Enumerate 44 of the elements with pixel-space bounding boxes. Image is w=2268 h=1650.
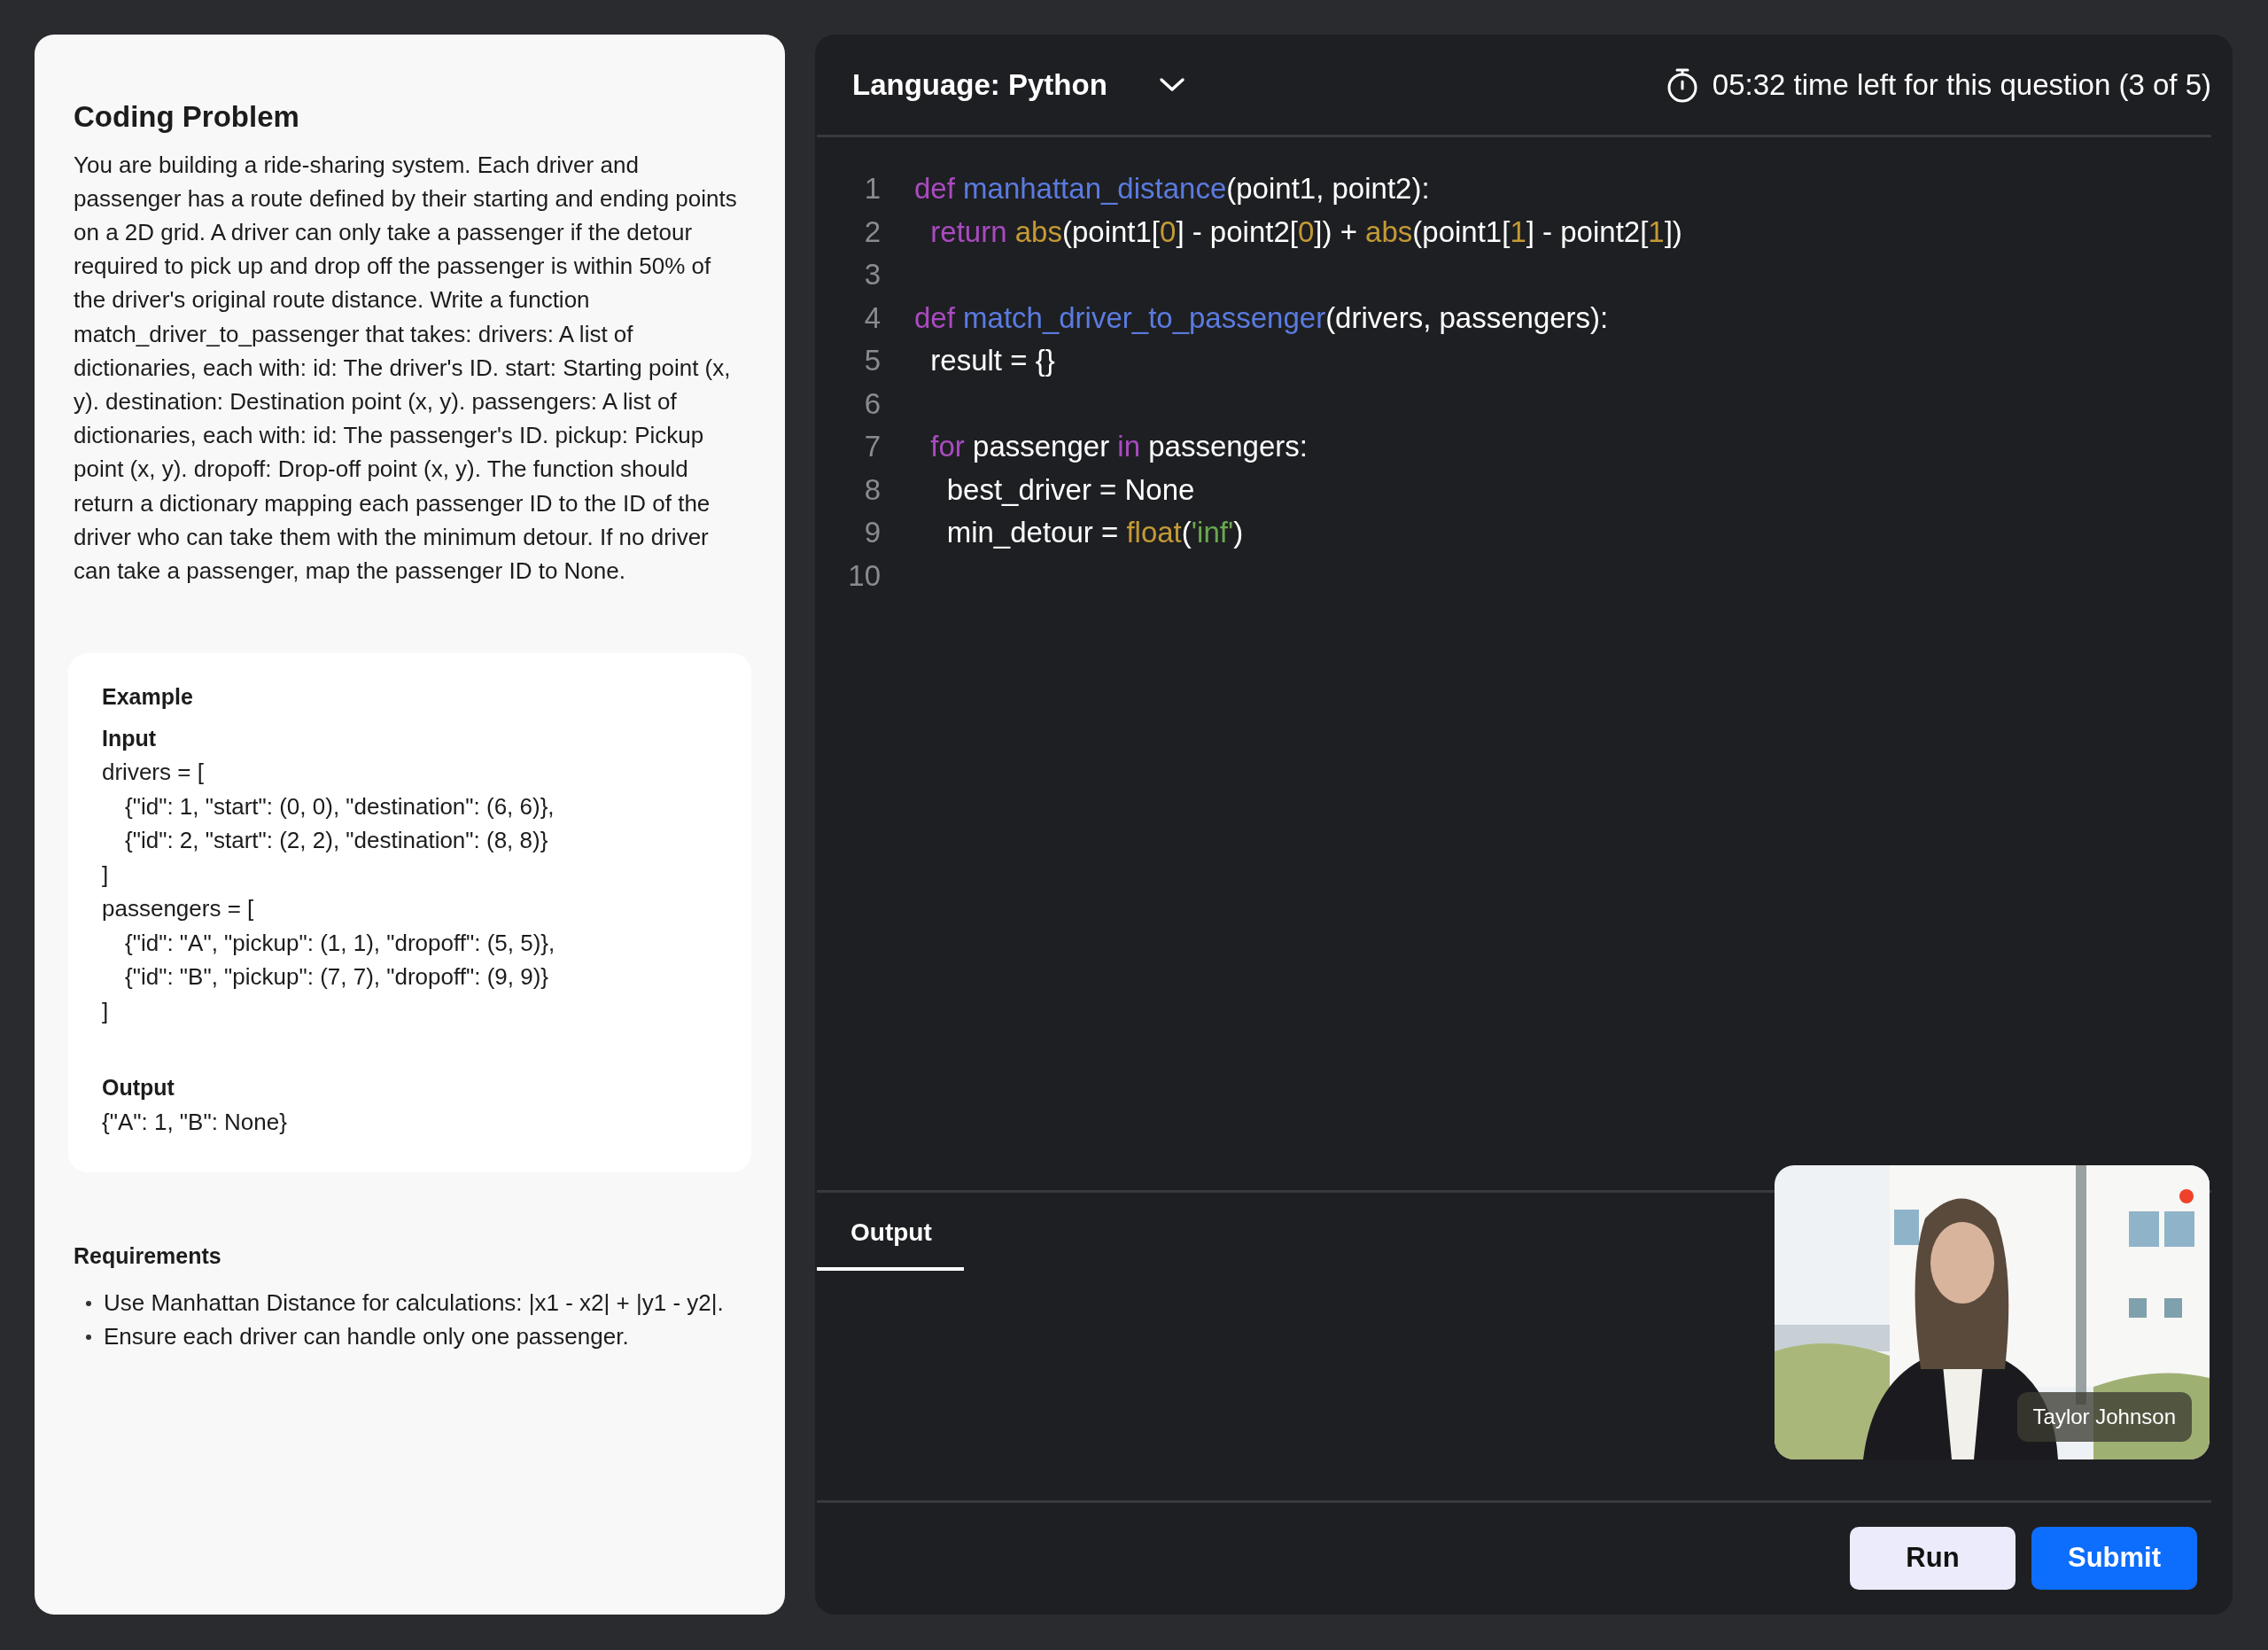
input-label: Input xyxy=(102,724,158,752)
requirements-heading: Requirements xyxy=(74,1242,222,1271)
code-line: drivers = [ xyxy=(102,758,205,788)
code-line: {"id": "A", "pickup": (1, 1), "dropoff": (5, 5)}, xyxy=(124,928,556,958)
line-number: 10 xyxy=(847,557,881,594)
code-line: best_driver = None xyxy=(945,471,1195,508)
line-number: 2 xyxy=(863,214,881,250)
timer-text: 05:32 time left for this question (3 of 5) xyxy=(1712,66,2211,103)
line-number: 8 xyxy=(863,471,881,508)
line-number: 9 xyxy=(863,515,881,550)
problem-title: Coding Problem xyxy=(74,99,300,135)
code-line: for passenger in passengers: xyxy=(929,429,1308,464)
line-number: 1 xyxy=(863,171,881,206)
language-dropdown[interactable]: Language: Python xyxy=(852,62,1185,107)
code-line: def manhattan_distance(point1, point2): xyxy=(914,171,1430,206)
requirement-text: Ensure each driver can handle only one passenger. xyxy=(104,1321,629,1351)
line-number: 6 xyxy=(863,385,881,422)
code-line: {"id": 2, "start": (2, 2), "destination": (8, 8)} xyxy=(124,826,549,856)
code-line: {"id": 1, "start": (0, 0), "destination": (6, 6)}, xyxy=(124,791,555,821)
line-number: 3 xyxy=(863,257,881,292)
code-line: result = {} xyxy=(929,343,1055,378)
bullet-icon xyxy=(86,1334,91,1340)
code-line: ] xyxy=(102,860,110,890)
line-number: 4 xyxy=(863,300,881,336)
output-tab[interactable]: Output xyxy=(817,1193,964,1271)
code-line: return abs(point1[0] - point2[0]) + abs(point1[1] - point2[1]) xyxy=(929,214,1682,250)
requirement-text: Use Manhattan Distance for calculations: |x1 - x2| + |y1 - y2|. xyxy=(104,1288,724,1318)
run-button[interactable]: Run xyxy=(1850,1527,2016,1590)
stopwatch-icon xyxy=(1666,66,1698,103)
code-line: min_detour = float('inf') xyxy=(945,515,1244,550)
chevron-down-icon xyxy=(1158,76,1185,93)
participant-name: Taylor Johnson xyxy=(2016,1392,2192,1442)
line-number: 5 xyxy=(863,343,881,378)
submit-button[interactable]: Submit xyxy=(2031,1527,2197,1590)
bullet-icon xyxy=(86,1300,91,1306)
code-line: def match_driver_to_passenger(drivers, passengers): xyxy=(914,300,1609,336)
example-heading: Example xyxy=(102,683,194,712)
output-label: Output xyxy=(102,1074,175,1102)
code-line: passengers = [ xyxy=(102,894,255,924)
output-value: {"A": 1, "B": None} xyxy=(102,1107,288,1137)
line-number: 7 xyxy=(863,429,881,464)
code-line: {"id": "B", "pickup": (7, 7), "dropoff": (9, 9)} xyxy=(124,962,550,992)
problem-description: You are building a ride-sharing system. Each driver and passenger has a route defined by their starting and ending points on a 2D grid. A driver can only take a passenger if the detour required to pick up and drop off the passenger is within 50% of the driver's original route distance. Write a function match_driver_to_passenger that takes: drivers: A list of dictionaries, each with: id: The driver's ID. start: Starting point (x, y). destination: Destination point (x, y). passengers: A list of dictionaries, each with: id: The passenger's ID. pickup: Pickup point (x, y). dropoff: Drop-off point (x, y). The function should return a dictionary mapping each passenger ID to the ID of the driver who can take them with the minimum detour. If no driver can take a passenger, map the passenger ID to None. xyxy=(74,150,738,586)
code-line: ] xyxy=(102,996,110,1026)
